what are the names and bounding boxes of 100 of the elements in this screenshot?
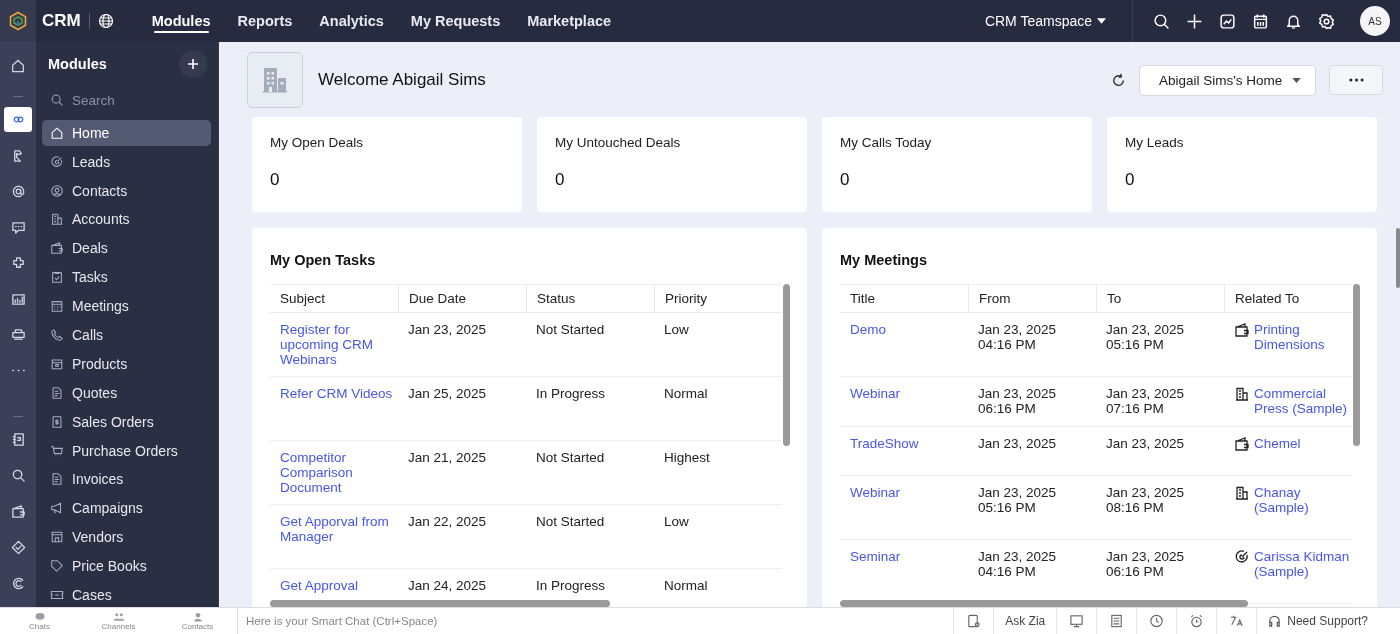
task-link[interactable]: Competitor Comparison Document [270, 441, 398, 505]
horizontal-scrollbar[interactable] [840, 600, 1248, 607]
chat-tab[interactable]: Chats [0, 608, 79, 634]
tag-icon [50, 559, 64, 574]
refresh-icon[interactable] [1110, 71, 1127, 89]
sidebar-item[interactable]: Price Books [42, 553, 211, 579]
plus-icon[interactable] [1186, 12, 1203, 30]
sidebar-item[interactable]: Leads [42, 148, 211, 175]
nav-tab[interactable]: Analytics [319, 0, 384, 42]
nav-tab[interactable]: Marketplace [527, 0, 612, 42]
related-link[interactable]: Carissa Kidman (Sample) [1254, 549, 1350, 579]
meeting-link[interactable]: TradeShow [840, 427, 968, 476]
sidebar-item[interactable]: Vendors [42, 524, 211, 550]
table-cell: Highest [654, 441, 782, 505]
nav-tab[interactable]: My Requests [410, 0, 501, 42]
nav-tab[interactable]: Modules [151, 0, 211, 42]
target-icon [1234, 549, 1250, 565]
sidebar-item[interactable]: Meetings [42, 293, 211, 319]
megaphone-icon [50, 501, 64, 516]
user-avatar[interactable]: AS [1360, 6, 1390, 36]
settings-icon[interactable] [1318, 12, 1335, 30]
puzzle-icon [10, 255, 26, 271]
column-header[interactable]: Due Date [398, 284, 526, 313]
search-field[interactable]: Search [70, 91, 194, 109]
sidebar-item[interactable]: Purchase Orders [42, 437, 211, 464]
page-scrollbar[interactable] [1396, 228, 1400, 288]
related-link[interactable]: Chemel [1254, 436, 1301, 451]
column-header[interactable]: Status [526, 284, 654, 313]
caret-icon [1292, 77, 1301, 83]
home-view-dropdown[interactable]: Abigail Sims's Home [1139, 64, 1316, 96]
vertical-scrollbar[interactable] [783, 284, 790, 446]
related-link[interactable]: Chanay (Sample) [1254, 485, 1350, 515]
stat-card[interactable]: My Open Deals 0 [252, 117, 522, 212]
wallet-icon [1234, 322, 1250, 338]
sidebar-title: Modules [48, 56, 107, 72]
chart-icon[interactable] [1219, 12, 1236, 30]
related-link[interactable]: Printing Dimensions [1254, 322, 1350, 352]
stat-card[interactable]: My Untouched Deals 0 [537, 117, 807, 212]
search-icon [10, 468, 26, 484]
plus-icon [187, 58, 199, 70]
column-header[interactable]: To [1096, 284, 1224, 313]
sidebar-item[interactable]: Contacts [42, 177, 211, 204]
meeting-link[interactable]: Webinar [840, 377, 968, 427]
sidebar-item[interactable]: Calls [42, 322, 211, 348]
column-header[interactable]: Title [840, 284, 968, 313]
meeting-link[interactable]: Demo [840, 313, 968, 377]
horizontal-scrollbar[interactable] [270, 600, 610, 607]
document-icon [50, 385, 64, 400]
ask-zia-button[interactable]: Ask Zia [993, 608, 1057, 634]
cart-icon [50, 443, 64, 458]
sidebar-item[interactable]: Campaigns [42, 495, 211, 522]
stat-value: 0 [1125, 170, 1136, 190]
task-link[interactable]: Get Apporval from Manager [270, 505, 398, 569]
more-icon [10, 369, 26, 373]
panel-title: My Open Tasks [270, 252, 377, 268]
stat-card[interactable]: My Calls Today 0 [822, 117, 1092, 212]
sidebar-item[interactable]: Quotes [42, 380, 211, 406]
panel-title: My Meetings [840, 252, 928, 268]
search-icon[interactable] [1153, 12, 1170, 30]
related-link[interactable]: Commercial Press (Sample) [1254, 386, 1350, 416]
table-cell: Jan 23, 2025 [398, 313, 526, 377]
add-module-button[interactable] [179, 50, 207, 78]
sidebar-item[interactable]: Accounts [42, 206, 211, 233]
need-support-button[interactable]: Need Support? [1256, 608, 1400, 634]
sidebar-item[interactable]: Cases [42, 582, 211, 608]
chart-icon [10, 291, 26, 307]
table-cell: Low [654, 313, 782, 377]
sidebar-item[interactable]: Deals [42, 235, 211, 262]
column-header[interactable]: Related To [1224, 284, 1352, 313]
bell-icon[interactable] [1285, 12, 1302, 30]
app-logo-icon[interactable] [8, 11, 28, 31]
task-link[interactable]: Refer CRM Videos [270, 377, 398, 441]
building-icon [1234, 485, 1250, 501]
rail-link-button[interactable] [4, 106, 32, 132]
chat-tab[interactable]: Contacts [158, 608, 237, 634]
chat-tab[interactable]: Channels [79, 608, 158, 634]
sidebar-item[interactable]: Home [42, 120, 211, 146]
sidebar-item[interactable]: Products [42, 351, 211, 377]
sidebar-item[interactable]: Tasks [42, 264, 211, 290]
table-cell: Jan 23, 2025 [1096, 427, 1224, 476]
document-icon [50, 472, 64, 487]
column-header[interactable]: From [968, 284, 1096, 313]
teamspace-dropdown[interactable]: CRM Teamspace [984, 13, 1106, 29]
notebook-icon [10, 432, 26, 448]
vertical-scrollbar[interactable] [1353, 284, 1360, 446]
sidebar-item[interactable]: Sales Orders [42, 408, 211, 435]
meeting-link[interactable]: Webinar [840, 476, 968, 540]
dollar-document-icon [50, 414, 64, 429]
nav-tab[interactable]: Reports [237, 0, 293, 42]
stat-card[interactable]: My Leads 0 [1107, 117, 1377, 212]
column-header[interactable]: Priority [654, 284, 782, 313]
home-icon[interactable] [10, 58, 26, 74]
task-link[interactable]: Register for upcoming CRM Webinars [270, 313, 398, 377]
globe-icon[interactable] [97, 13, 114, 29]
checkbox-icon [50, 270, 64, 285]
sidebar-item[interactable]: Invoices [42, 466, 211, 493]
stat-value: 0 [270, 170, 281, 190]
column-header[interactable]: Subject [270, 284, 398, 313]
table-cell: Jan 25, 2025 [398, 377, 526, 441]
calendar-icon[interactable] [1252, 12, 1269, 30]
